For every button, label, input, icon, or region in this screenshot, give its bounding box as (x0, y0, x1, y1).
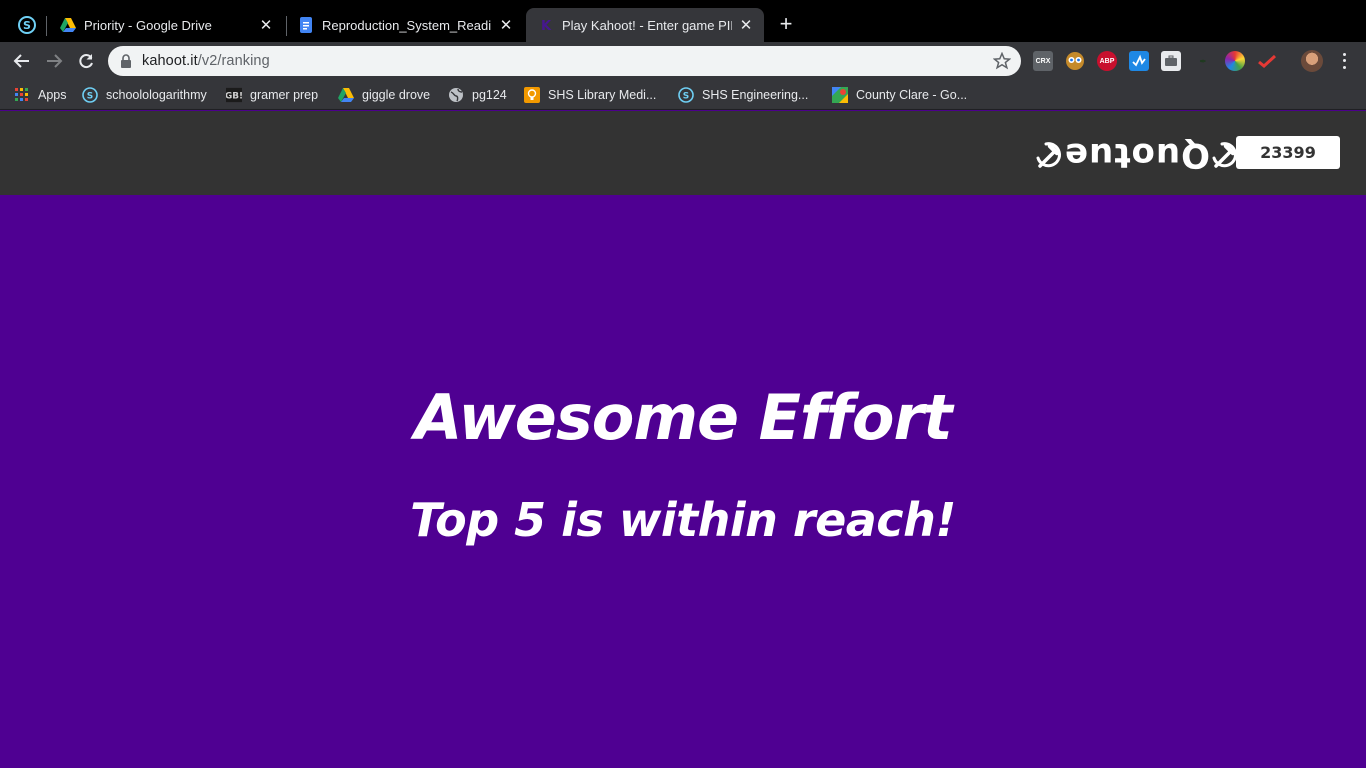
svg-text:K: K (541, 19, 552, 33)
arrow-right-icon (47, 54, 63, 68)
score-value: 23399 (1260, 143, 1316, 162)
svg-text:GB!: GB! (226, 92, 242, 102)
schoology-icon: S (82, 87, 98, 103)
red-check-extension-icon[interactable] (1257, 51, 1277, 71)
ranking-screen: Awesome Effort Top 5 is within reach! (0, 195, 1366, 768)
google-drive-icon (60, 18, 76, 32)
briefcase-extension-icon[interactable] (1161, 51, 1181, 71)
tab-title: Priority - Google Drive (84, 17, 212, 33)
google-docs-icon (300, 17, 312, 33)
svg-text:S: S (87, 92, 93, 102)
bookmark-gramer-prep[interactable]: GB! gramer prep (226, 84, 318, 106)
schoology-icon: S (678, 87, 694, 103)
browser-tab-strip: S Priority - Google Drive ✕ Reproduction… (0, 0, 1366, 42)
pen-extension-icon[interactable]: ✒ (1193, 51, 1213, 71)
back-button[interactable] (10, 49, 34, 73)
close-tab-icon[interactable]: ✕ (498, 17, 514, 34)
owl-extension-icon[interactable] (1065, 51, 1085, 71)
color-picker-extension-icon[interactable] (1225, 51, 1245, 71)
schoology-icon: S (18, 16, 36, 34)
browser-toolbar: kahoot.it/v2/ranking CRX ABP ✒ (0, 42, 1366, 80)
close-tab-icon[interactable]: ✕ (738, 17, 754, 34)
google-drive-icon (338, 87, 354, 103)
apps-grid-icon (14, 87, 30, 103)
checkmark-extension-icon[interactable] (1129, 51, 1149, 71)
reload-icon (79, 54, 93, 69)
url-path: /v2/ranking (197, 53, 270, 69)
forward-button[interactable] (42, 49, 66, 73)
tab-separator (46, 16, 47, 36)
player-nickname: Quotue (1034, 133, 1240, 177)
gb-icon: GB! (226, 87, 242, 103)
tab-google-drive[interactable]: Priority - Google Drive ✕ (48, 8, 284, 42)
close-tab-icon[interactable]: ✕ (258, 17, 274, 34)
globe-icon (448, 87, 464, 103)
tab-title: Reproduction_System_Reading (322, 17, 492, 33)
bookmark-shs-engineering[interactable]: S SHS Engineering... (678, 84, 808, 106)
bookmark-apps[interactable]: Apps (14, 84, 67, 106)
new-tab-button[interactable]: + (774, 12, 798, 36)
profile-avatar[interactable] (1301, 50, 1323, 72)
bookmark-star-icon[interactable] (993, 52, 1011, 70)
hammer-sickle-icon (1036, 142, 1061, 168)
result-subheadline: Top 5 is within reach! (410, 493, 956, 547)
bookmark-schoolologarithmy[interactable]: S schoolologarithmy (82, 84, 207, 106)
url-host: kahoot.it (142, 53, 198, 69)
bookmark-giggle-drove[interactable]: giggle drove (338, 84, 430, 106)
bookmark-county-clare[interactable]: County Clare - Go... (832, 84, 967, 106)
tab-kahoot[interactable]: K Play Kahoot! - Enter game PIN ✕ (526, 8, 764, 42)
url-text: kahoot.it/v2/ranking (142, 53, 270, 69)
arrow-left-icon (13, 54, 29, 68)
adblock-plus-icon[interactable]: ABP (1097, 51, 1117, 71)
browser-menu-icon[interactable] (1336, 51, 1352, 71)
bookmark-shs-library[interactable]: SHS Library Medi... (524, 84, 656, 106)
score-badge: 23399 (1236, 136, 1340, 169)
crx-extension-icon[interactable]: CRX (1033, 51, 1053, 71)
bookmarks-bar: Apps S schoolologarithmy GB! gramer prep… (0, 80, 1366, 110)
result-headline: Awesome Effort (414, 381, 952, 454)
address-bar[interactable]: kahoot.it/v2/ranking (108, 46, 1021, 76)
tab-reproduction-doc[interactable]: Reproduction_System_Reading ✕ (286, 8, 524, 42)
tab-title: Play Kahoot! - Enter game PIN (562, 17, 732, 33)
reload-button[interactable] (74, 49, 98, 73)
google-maps-icon (832, 87, 848, 103)
nickname-text: Quotue (1064, 135, 1210, 175)
svg-text:S: S (23, 19, 31, 32)
lock-icon (121, 54, 131, 68)
pinned-tab-schoology[interactable]: S (10, 8, 44, 42)
kahoot-header: Quotue 23399 (0, 111, 1366, 195)
bookmark-pg124[interactable]: pg124 (448, 84, 507, 106)
svg-text:S: S (683, 92, 689, 102)
kahoot-icon: K (541, 19, 552, 33)
bulb-icon (524, 87, 540, 103)
